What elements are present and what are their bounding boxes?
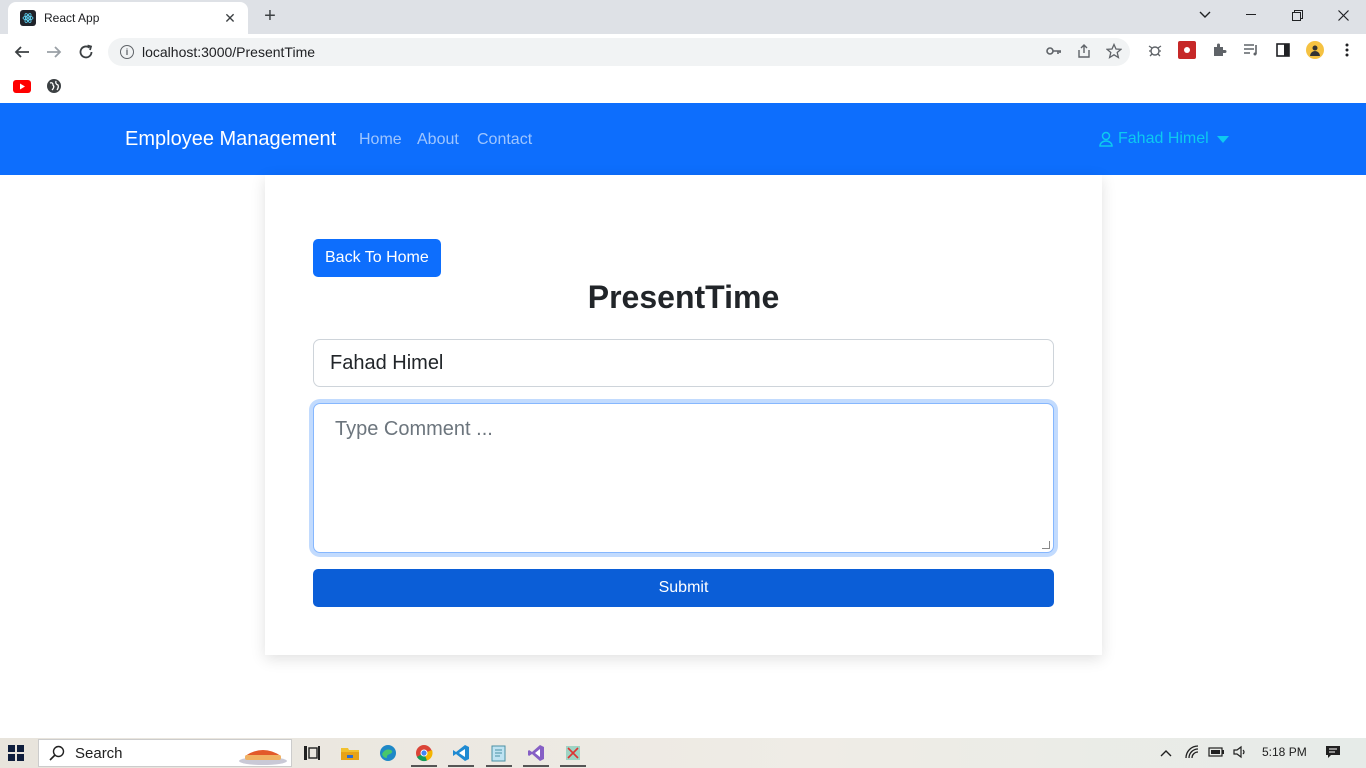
back-to-home-button[interactable]: Back To Home [313, 239, 441, 277]
app-navbar: Employee Management Home About Contact F… [0, 103, 1366, 175]
user-dropdown[interactable]: Fahad Himel [1099, 130, 1229, 148]
nav-link-home[interactable]: Home [359, 131, 402, 149]
nav-link-contact[interactable]: Contact [477, 131, 532, 149]
reload-icon[interactable] [74, 40, 98, 64]
browser-toolbar: i localhost:3000/PresentTime [0, 34, 1366, 70]
address-bar[interactable]: i localhost:3000/PresentTime [108, 38, 1130, 66]
search-label: Search [75, 744, 123, 762]
visual-studio-icon[interactable] [526, 743, 546, 763]
minimize-button[interactable] [1228, 0, 1274, 30]
visual-studio-active-indicator [523, 765, 549, 767]
resize-grip-icon[interactable] [1042, 541, 1050, 549]
red-extension-icon[interactable] [1178, 41, 1196, 59]
tab-title: React App [44, 11, 100, 25]
comment-placeholder: Type Comment ... [335, 418, 493, 440]
restore-button[interactable] [1274, 0, 1320, 30]
chrome-icon[interactable] [414, 743, 434, 763]
globe-bookmark-icon[interactable] [45, 77, 63, 95]
vscode-icon[interactable] [451, 743, 471, 763]
task-view-icon[interactable] [302, 743, 322, 763]
page-title: PresentTime [587, 279, 780, 315]
windows-taskbar: Search 5:18 PM [0, 738, 1366, 768]
snipping-active-indicator [560, 765, 586, 767]
navbar-brand[interactable]: Employee Management [125, 128, 336, 151]
youtube-bookmark-icon[interactable] [13, 77, 31, 95]
browser-tab-bar: React App ✕ + [0, 0, 1366, 34]
tray-chevron-up-icon[interactable] [1160, 745, 1172, 760]
submit-button[interactable]: Submit [313, 569, 1054, 607]
nav-link-about[interactable]: About [417, 131, 459, 149]
windows-start-icon[interactable] [8, 745, 24, 761]
notepad-icon[interactable] [489, 743, 509, 763]
vscode-active-indicator [448, 765, 474, 767]
bug-extension-icon[interactable] [1146, 41, 1164, 59]
snipping-tool-icon[interactable] [563, 743, 583, 763]
pie-search-highlight-icon [237, 742, 287, 766]
taskbar-search[interactable]: Search [38, 739, 292, 767]
caret-down-icon [1216, 135, 1229, 143]
user-icon [1099, 131, 1113, 147]
puzzle-extensions-icon[interactable] [1210, 41, 1228, 59]
url-text: localhost:3000/PresentTime [142, 44, 316, 60]
close-window-button[interactable] [1320, 0, 1366, 30]
react-favicon-icon [20, 10, 36, 26]
edge-icon[interactable] [378, 743, 398, 763]
file-explorer-icon[interactable] [340, 743, 360, 763]
browser-tab[interactable]: React App ✕ [8, 2, 248, 34]
new-tab-button[interactable]: + [258, 5, 282, 29]
tab-search-icon[interactable] [1182, 0, 1228, 30]
profile-avatar[interactable] [1306, 41, 1324, 59]
bookmarks-bar [0, 70, 1366, 102]
search-icon [49, 745, 65, 761]
wifi-icon[interactable] [1185, 745, 1201, 762]
present-time-card: Back To Home PresentTime Fahad Himel Typ… [265, 175, 1102, 655]
taskbar-clock[interactable]: 5:18 PM [1262, 745, 1307, 759]
browser-menu-icon[interactable] [1338, 41, 1356, 59]
comment-textarea[interactable]: Type Comment ... [313, 403, 1054, 553]
name-input[interactable]: Fahad Himel [313, 339, 1054, 387]
tab-close-icon[interactable]: ✕ [222, 10, 238, 27]
speaker-icon[interactable] [1233, 745, 1247, 762]
battery-icon[interactable] [1208, 745, 1226, 760]
reading-list-icon[interactable] [1242, 41, 1260, 59]
share-icon[interactable] [1076, 43, 1092, 62]
side-panel-icon[interactable] [1274, 41, 1292, 59]
key-icon[interactable] [1046, 43, 1062, 62]
notepad-active-indicator [486, 765, 512, 767]
bookmark-star-icon[interactable] [1105, 42, 1123, 62]
chrome-active-indicator [411, 765, 437, 767]
site-info-icon[interactable]: i [120, 45, 134, 59]
user-name: Fahad Himel [1118, 130, 1209, 147]
notification-center-icon[interactable] [1325, 745, 1341, 762]
back-arrow-icon[interactable] [10, 40, 34, 64]
forward-arrow-icon[interactable] [42, 40, 66, 64]
